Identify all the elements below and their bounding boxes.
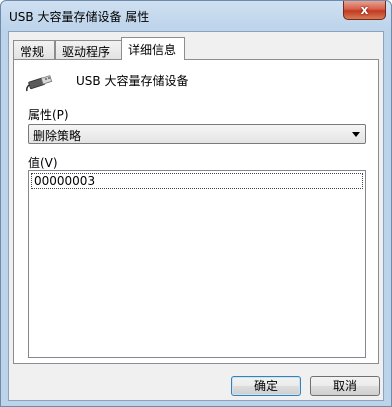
title-bar[interactable]: USB 大容量存储设备 属性 x — [1, 1, 391, 31]
usb-drive-icon — [26, 75, 53, 92]
ok-button[interactable]: 确定 — [231, 376, 301, 396]
tab-details[interactable]: 详细信息 — [121, 37, 185, 60]
tab-strip: 常规 驱动程序 详细信息 — [11, 37, 381, 60]
cancel-button[interactable]: 取消 — [310, 376, 380, 396]
properties-dialog: USB 大容量存储设备 属性 x 常规 驱动程序 详细信息 USB 大容量存储设… — [0, 0, 392, 407]
property-select[interactable]: 删除策略 — [28, 124, 366, 144]
details-panel: USB 大容量存储设备 属性(P) 删除策略 值(V) 00000003 — [13, 59, 379, 364]
device-name: USB 大容量存储设备 — [76, 74, 189, 88]
value-label: 值(V) — [28, 156, 58, 170]
tab-driver[interactable]: 驱动程序 — [55, 40, 123, 59]
window-title: USB 大容量存储设备 属性 — [9, 10, 150, 24]
property-label: 属性(P) — [28, 108, 69, 122]
chevron-down-icon — [352, 132, 360, 137]
tab-general[interactable]: 常规 — [13, 40, 55, 59]
list-item[interactable]: 00000003 — [31, 173, 363, 189]
close-icon: x — [360, 3, 369, 17]
close-button[interactable]: x — [343, 1, 386, 20]
value-listbox[interactable]: 00000003 — [28, 170, 366, 358]
property-selected-value: 删除策略 — [33, 129, 82, 143]
dialog-client-area: 常规 驱动程序 详细信息 USB 大容量存储设备 属性(P) 删除策略 值(V)… — [8, 31, 384, 401]
